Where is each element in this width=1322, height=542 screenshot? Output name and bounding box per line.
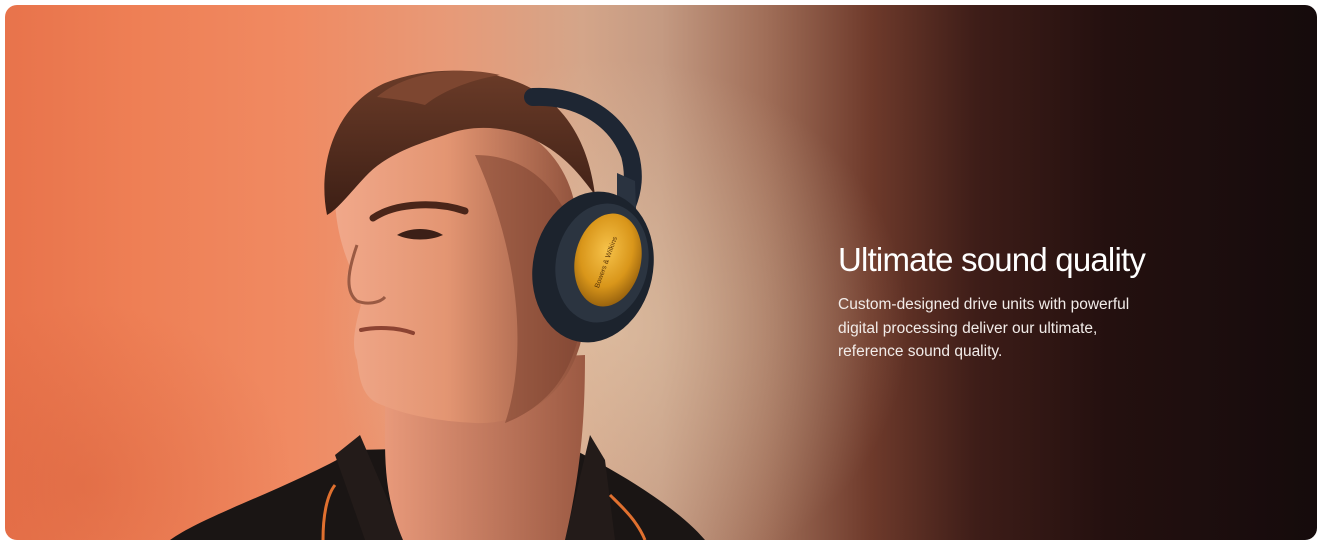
hero-copy: Ultimate sound quality Custom-designed d… (838, 239, 1168, 364)
hero-banner: Bowers & Wilkins Ultimate sound quality … (5, 5, 1317, 540)
hero-headline: Ultimate sound quality (838, 241, 1146, 278)
person-wearing-headphones-image: Bowers & Wilkins (170, 70, 705, 540)
hero-description: Custom-designed drive units with powerfu… (838, 296, 1130, 360)
